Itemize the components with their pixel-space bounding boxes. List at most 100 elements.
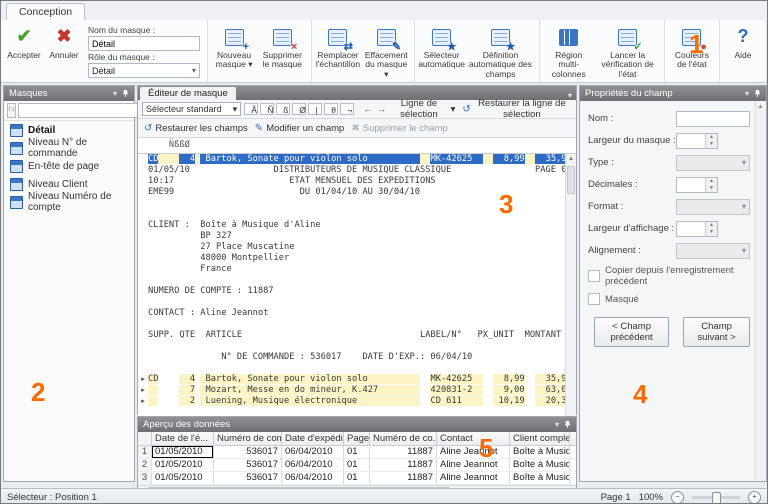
masks-search-input[interactable] [21,105,142,117]
mask-list-item[interactable]: Niveau Numéro de compte [4,193,134,211]
table-cell[interactable]: 06/04/2010 [282,446,344,458]
scrollbar-thumb[interactable] [567,166,575,194]
chevron-down-icon[interactable]: ▾ [113,89,117,98]
table-cell[interactable]: 11887 [370,472,437,484]
table-cell[interactable]: Boîte à Musique [510,446,570,458]
report-line[interactable]: NUMERO DE COMPTE : 11887 [138,286,576,297]
preview-column-header[interactable]: Date de l'é... [152,432,214,445]
row-number-cell[interactable]: 1 [138,446,152,458]
zoom-slider-thumb[interactable] [712,492,721,504]
table-cell[interactable]: 11887 [370,459,437,471]
preview-column-header[interactable]: Numéro de co... [370,432,437,445]
previous-field-button[interactable]: < Champ précédent [594,317,669,347]
preview-column-header[interactable] [138,432,152,445]
field-name-input[interactable] [676,111,750,127]
masked-checkbox[interactable] [588,293,600,305]
copy-previous-checkbox[interactable] [588,270,600,282]
table-cell[interactable]: 06/04/2010 [282,459,344,471]
nav-left-icon[interactable]: ← [357,103,371,115]
zoom-out-button[interactable]: − [671,491,684,504]
table-cell[interactable]: Aline Jeannot [437,472,510,484]
report-line[interactable]: France [138,264,576,275]
chevron-down-icon[interactable]: ▾ [555,420,559,429]
tab-conception[interactable]: Conception [6,3,85,21]
trap-char-button[interactable]: Ñ [260,103,274,115]
table-cell[interactable]: 01/05/2010 [152,459,214,471]
report-line[interactable]: 01/05/10 DISTRIBUTEURS DE MUSIQUE CLASSI… [138,165,576,176]
report-line[interactable]: ▸ 2 Luening, Musique électronique CD 611… [138,396,576,407]
report-line[interactable]: BP 327 [138,231,576,242]
pin-icon[interactable] [564,420,571,429]
report-line[interactable]: ▸CD 4 Bartok, Sonate pour violon solo MK… [138,374,576,385]
mask-list-item[interactable]: Niveau N° de commande [4,139,134,157]
delete-mask-button[interactable]: ×Supprimer le masque [257,23,307,72]
auto-fields-button[interactable]: ★Définition automatique des champs [465,23,536,81]
table-cell[interactable]: 536017 [214,459,282,471]
spinner-arrows[interactable]: ▲▼ [705,178,717,192]
format-select[interactable]: ▾ [676,199,750,215]
preview-column-header[interactable]: Contact [437,432,510,445]
trap-line-strip[interactable]: ÑßßØ [138,138,576,154]
table-cell[interactable]: 01 [344,446,370,458]
mask-role-select[interactable]: Détail ▾ [88,63,200,78]
spinner-arrows[interactable]: ▲▼ [705,222,717,236]
pin-icon[interactable] [754,89,761,98]
mask-name-input[interactable] [88,36,200,51]
report-line[interactable] [138,319,576,330]
clear-mask-button[interactable]: ✎Effacement du masque ▾ [361,23,411,81]
pin-icon[interactable] [122,89,129,98]
alignment-select[interactable]: ▾ [676,243,750,259]
row-number-cell[interactable]: 2 [138,459,152,471]
table-row[interactable]: 301/05/201053601706/04/20100111887Aline … [138,472,576,485]
type-select[interactable]: ▾ [676,155,750,171]
restore-fields-button[interactable]: ↺ Restaurer les champs [142,123,250,134]
table-cell[interactable]: Aline Jeannot [437,446,510,458]
trap-char-button[interactable]: | [308,103,322,115]
report-line[interactable]: 27 Place Muscatine [138,242,576,253]
selection-line-menu-button[interactable]: Ligne de sélection ▾ [388,98,457,120]
next-field-button[interactable]: Champ suivant > [683,317,750,347]
editor-vertical-scrollbar[interactable]: ▲ [565,154,576,422]
spin-down-icon[interactable]: ▼ [706,185,717,192]
spinner-arrows[interactable]: ▲▼ [705,134,717,148]
table-cell[interactable]: 01 [344,459,370,471]
table-cell[interactable]: 01 [344,472,370,484]
table-cell[interactable]: 06/04/2010 [282,472,344,484]
mask-list-item[interactable]: En-tête de page [4,157,134,175]
table-row[interactable]: 101/05/201053601706/04/20100111887Aline … [138,446,576,459]
scroll-up-icon[interactable]: ▲ [756,102,765,112]
decimals-stepper[interactable]: ▲▼ [676,177,718,193]
restore-selection-line-button[interactable]: ↺ Restaurer la ligne de sélection [460,98,572,120]
mask-width-stepper[interactable]: ▲▼ [676,133,718,149]
sort-icon[interactable]: ↑↓ [7,103,16,118]
cancel-button[interactable]: ✖ Annuler [44,23,84,62]
report-line[interactable] [138,341,576,352]
report-line[interactable] [138,275,576,286]
spin-up-icon[interactable]: ▲ [706,134,717,141]
tab-mask-editor[interactable]: Éditeur de masque [140,87,236,100]
report-line[interactable]: CONTACT : Aline Jeannot [138,308,576,319]
report-line[interactable]: 10:17 ETAT MENSUEL DES EXPEDITIONS [138,176,576,187]
selector-type-select[interactable]: Sélecteur standard ▾ [142,102,241,116]
nav-right-icon[interactable]: → [371,103,385,115]
trap-char-button[interactable]: ¬ [340,103,354,115]
replace-sample-button[interactable]: ⇄Remplacer l'échantillon [315,23,362,72]
new-mask-button[interactable]: +Nouveau masque ▾ [211,23,257,72]
trap-char-button[interactable]: ß [276,103,290,115]
preview-column-header[interactable]: Numéro de com... [214,432,282,445]
chevron-down-icon[interactable]: ▾ [745,89,749,98]
spin-down-icon[interactable]: ▼ [706,229,717,236]
zoom-in-button[interactable]: + [748,491,761,504]
spin-up-icon[interactable]: ▲ [706,222,717,229]
table-cell[interactable]: Boîte à Musique [510,459,570,471]
edit-field-button[interactable]: ✎ Modifier un champ [253,123,347,134]
zoom-slider[interactable] [692,496,740,499]
properties-vertical-scrollbar[interactable]: ▲ [755,102,765,480]
verify-report-button[interactable]: ✓Lancer la vérification de l'état [595,23,661,81]
auto-selector-button[interactable]: ★Sélecteur automatique [418,23,465,72]
table-cell[interactable]: 01/05/2010 [152,446,214,458]
report-line[interactable] [138,363,576,374]
spin-up-icon[interactable]: ▲ [706,178,717,185]
delete-field-button[interactable]: ✖ Supprimer le champ [349,123,449,134]
preview-column-header[interactable]: Date d'expédi... [282,432,344,445]
